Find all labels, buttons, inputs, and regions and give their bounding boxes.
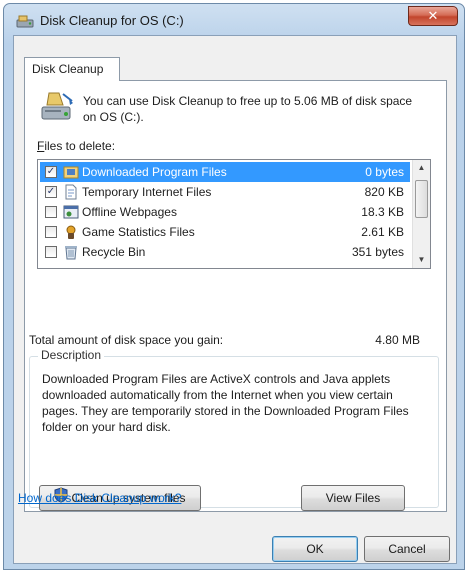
list-item-name: Offline Webpages <box>82 205 177 219</box>
disk-cleanup-icon <box>39 91 75 123</box>
list-item[interactable]: ✓ Downloaded Program Files 0 bytes <box>40 162 410 182</box>
check-icon: ✓ <box>46 166 56 177</box>
list-item-name: Recycle Bin <box>82 245 146 259</box>
scroll-thumb[interactable] <box>415 180 428 218</box>
list-item[interactable]: Offline Webpages 18.3 KB <box>40 202 410 222</box>
close-button[interactable]: ✕ <box>408 6 458 26</box>
close-icon: ✕ <box>427 8 439 23</box>
description-legend: Description <box>38 348 105 362</box>
files-to-delete-label-text: iles to delete: <box>44 139 116 153</box>
disk-cleanup-window: Disk Cleanup for OS (C:) ✕ Disk Cleanup … <box>3 3 465 570</box>
files-to-delete-label: Files to delete: <box>37 139 115 153</box>
recycle-bin-icon <box>63 244 79 260</box>
tab-panel: You can use Disk Cleanup to free up to 5… <box>24 80 447 512</box>
checkbox[interactable] <box>45 226 57 238</box>
folder-download-icon <box>63 164 79 180</box>
list-item-name: Game Statistics Files <box>82 225 195 239</box>
tab-disk-cleanup[interactable]: Disk Cleanup <box>24 57 120 81</box>
header-message: You can use Disk Cleanup to free up to 5… <box>83 94 413 124</box>
scroll-up-icon[interactable]: ▲ <box>413 160 430 176</box>
total-space-label: Total amount of disk space you gain: <box>29 333 224 347</box>
view-files-button[interactable]: View Files <box>301 485 405 511</box>
scroll-down-icon[interactable]: ▼ <box>413 252 430 268</box>
list-item[interactable]: Game Statistics Files 2.61 KB <box>40 222 410 242</box>
checkbox[interactable]: ✓ <box>45 186 57 198</box>
checkbox[interactable] <box>45 246 57 258</box>
list-item-size: 18.3 KB <box>361 205 404 219</box>
list-item-name: Temporary Internet Files <box>82 185 212 199</box>
list-item-size: 2.61 KB <box>361 225 404 239</box>
title-bar[interactable]: Disk Cleanup for OS (C:) ✕ <box>4 4 464 36</box>
total-space-value: 4.80 MB <box>375 333 420 347</box>
help-link[interactable]: How does Disk Cleanup work? <box>18 491 181 505</box>
list-item[interactable]: ✓ Temporary Internet Files 820 KB <box>40 182 410 202</box>
list-item[interactable]: Recycle Bin 351 bytes <box>40 242 410 262</box>
document-icon <box>63 184 79 200</box>
list-scrollbar[interactable]: ▲ ▼ <box>412 160 430 268</box>
webpage-icon <box>63 204 79 220</box>
check-icon: ✓ <box>46 186 56 197</box>
list-item-size: 351 bytes <box>351 245 404 259</box>
disk-cleanup-app-icon <box>16 14 34 28</box>
game-controller-icon <box>63 224 79 240</box>
window-title: Disk Cleanup for OS (C:) <box>40 13 184 28</box>
checkbox[interactable] <box>45 206 57 218</box>
files-list[interactable]: ✓ Downloaded Program Files 0 bytes ✓ Tem… <box>37 159 431 269</box>
description-text: Downloaded Program Files are ActiveX con… <box>42 372 409 434</box>
list-item-size: 820 KB <box>364 185 404 199</box>
dialog-client-area: Disk Cleanup You can use Disk Cleanup to… <box>13 35 457 564</box>
checkbox[interactable]: ✓ <box>45 166 57 178</box>
ok-button[interactable]: OK <box>272 536 358 562</box>
cancel-button[interactable]: Cancel <box>364 536 450 562</box>
list-item-name: Downloaded Program Files <box>82 165 227 179</box>
list-item-size: 0 bytes <box>365 165 404 179</box>
